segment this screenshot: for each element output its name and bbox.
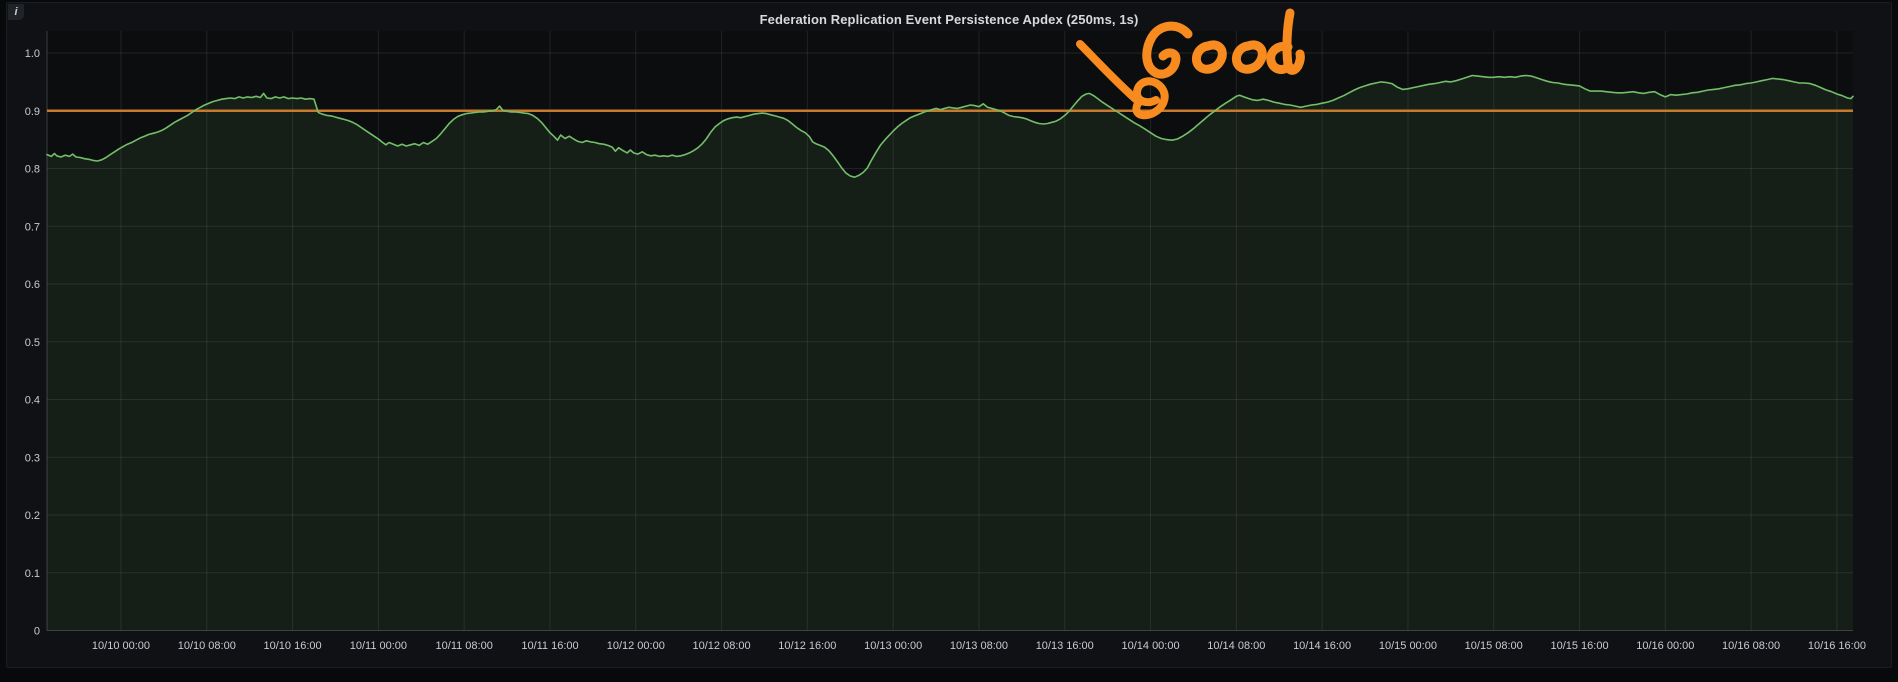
x-tick-label: 10/11 00:00 [350, 640, 407, 652]
y-tick-label: 0.5 [25, 337, 40, 349]
x-tick-label: 10/11 16:00 [521, 640, 578, 652]
y-tick-label: 0.7 [25, 221, 40, 233]
y-tick-label: 1.0 [25, 48, 40, 60]
y-tick-label: 0.8 [25, 164, 40, 176]
panel-title[interactable]: Federation Replication Event Persistence… [760, 12, 1139, 27]
x-tick-label: 10/16 00:00 [1636, 640, 1694, 652]
y-tick-label: 0.4 [25, 395, 40, 407]
panel-info-icon[interactable]: i [8, 4, 24, 20]
y-tick-label: 0.2 [25, 510, 40, 522]
y-tick-label: 0.1 [25, 568, 40, 580]
x-tick-label: 10/15 08:00 [1465, 640, 1523, 652]
y-tick-label: 0.6 [25, 279, 40, 291]
x-tick-label: 10/16 08:00 [1722, 640, 1780, 652]
x-tick-label: 10/10 00:00 [92, 640, 150, 652]
x-tick-label: 10/12 08:00 [693, 640, 751, 652]
x-tick-label: 10/10 16:00 [264, 640, 322, 652]
y-axis-tick-labels: 0 0.1 0.2 0.3 0.4 0.5 0.6 0.7 0.8 0.9 1.0 [25, 48, 40, 638]
x-tick-label: 10/12 00:00 [607, 640, 665, 652]
x-tick-label: 10/14 08:00 [1207, 640, 1265, 652]
x-tick-label: 10/10 08:00 [178, 640, 236, 652]
x-tick-label: 10/14 16:00 [1293, 640, 1351, 652]
x-tick-label: 10/14 00:00 [1121, 640, 1179, 652]
x-tick-label: 10/12 16:00 [778, 640, 836, 652]
x-tick-label: 10/13 08:00 [950, 640, 1008, 652]
x-tick-label: 10/13 00:00 [864, 640, 922, 652]
x-tick-label: 10/13 16:00 [1036, 640, 1094, 652]
x-tick-label: 10/16 16:00 [1808, 640, 1866, 652]
y-tick-label: 0.9 [25, 106, 40, 118]
y-tick-label: 0 [34, 626, 40, 638]
x-axis-tick-labels: 10/10 00:00 10/10 08:00 10/10 16:00 10/11 0… [92, 640, 1866, 652]
grafana-dashboard: { "panel": { "title": "Federation Replic… [0, 0, 1898, 682]
apdex-timeseries-chart[interactable]: 10/10 00:00 10/10 08:00 10/10 16:00 10/11 0… [0, 0, 1898, 682]
x-tick-label: 10/15 16:00 [1550, 640, 1608, 652]
x-tick-label: 10/15 00:00 [1379, 640, 1437, 652]
y-tick-label: 0.3 [25, 452, 40, 464]
apdex-series-fill [47, 76, 1853, 631]
x-tick-label: 10/11 08:00 [436, 640, 493, 652]
